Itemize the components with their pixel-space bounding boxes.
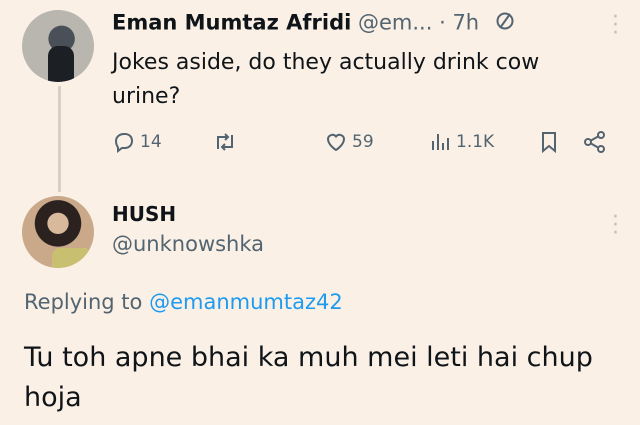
more-icon[interactable]: · · · (612, 7, 619, 45)
reply-icon (112, 130, 136, 154)
avatar[interactable] (22, 10, 94, 82)
share-button[interactable] (582, 130, 608, 154)
replying-label: Replying to (24, 290, 150, 314)
timestamp[interactable]: · 7h (439, 11, 479, 35)
reply-author-handle[interactable]: @unknowshka (112, 232, 264, 256)
tweet-header: Eman Mumtaz Afridi @em... · 7h (112, 10, 516, 37)
bookmark-icon (538, 130, 560, 154)
share-icon (582, 130, 608, 154)
reply-button[interactable]: 14 (112, 130, 162, 154)
reply-count: 14 (140, 132, 162, 152)
reply-text: Tu toh apne bhai ka muh mei leti hai chu… (24, 342, 593, 413)
like-icon (324, 130, 348, 154)
bookmark-button[interactable] (538, 130, 560, 154)
tweet-actions: 14 59 1.1K (112, 130, 622, 160)
author-handle[interactable]: @em... (358, 11, 432, 35)
mention-link[interactable]: @emanmumtaz42 (149, 290, 343, 314)
verified-icon (494, 10, 516, 37)
reply-author-name[interactable]: HUSH (112, 202, 176, 226)
views-button[interactable]: 1.1K (430, 130, 494, 154)
retweet-button[interactable] (212, 130, 238, 154)
views-icon (430, 130, 452, 154)
like-button[interactable]: 59 (324, 130, 374, 154)
views-count: 1.1K (456, 132, 495, 152)
like-count: 59 (352, 132, 374, 152)
retweet-icon (212, 130, 238, 154)
more-icon[interactable]: · · · (612, 207, 619, 245)
tweet-text: Jokes aside, do they actually drink cow … (112, 50, 540, 109)
thread-line (58, 86, 61, 192)
avatar[interactable] (22, 196, 94, 268)
author-name[interactable]: Eman Mumtaz Afridi (112, 11, 351, 35)
replying-to: Replying to @emanmumtaz42 (24, 290, 343, 314)
